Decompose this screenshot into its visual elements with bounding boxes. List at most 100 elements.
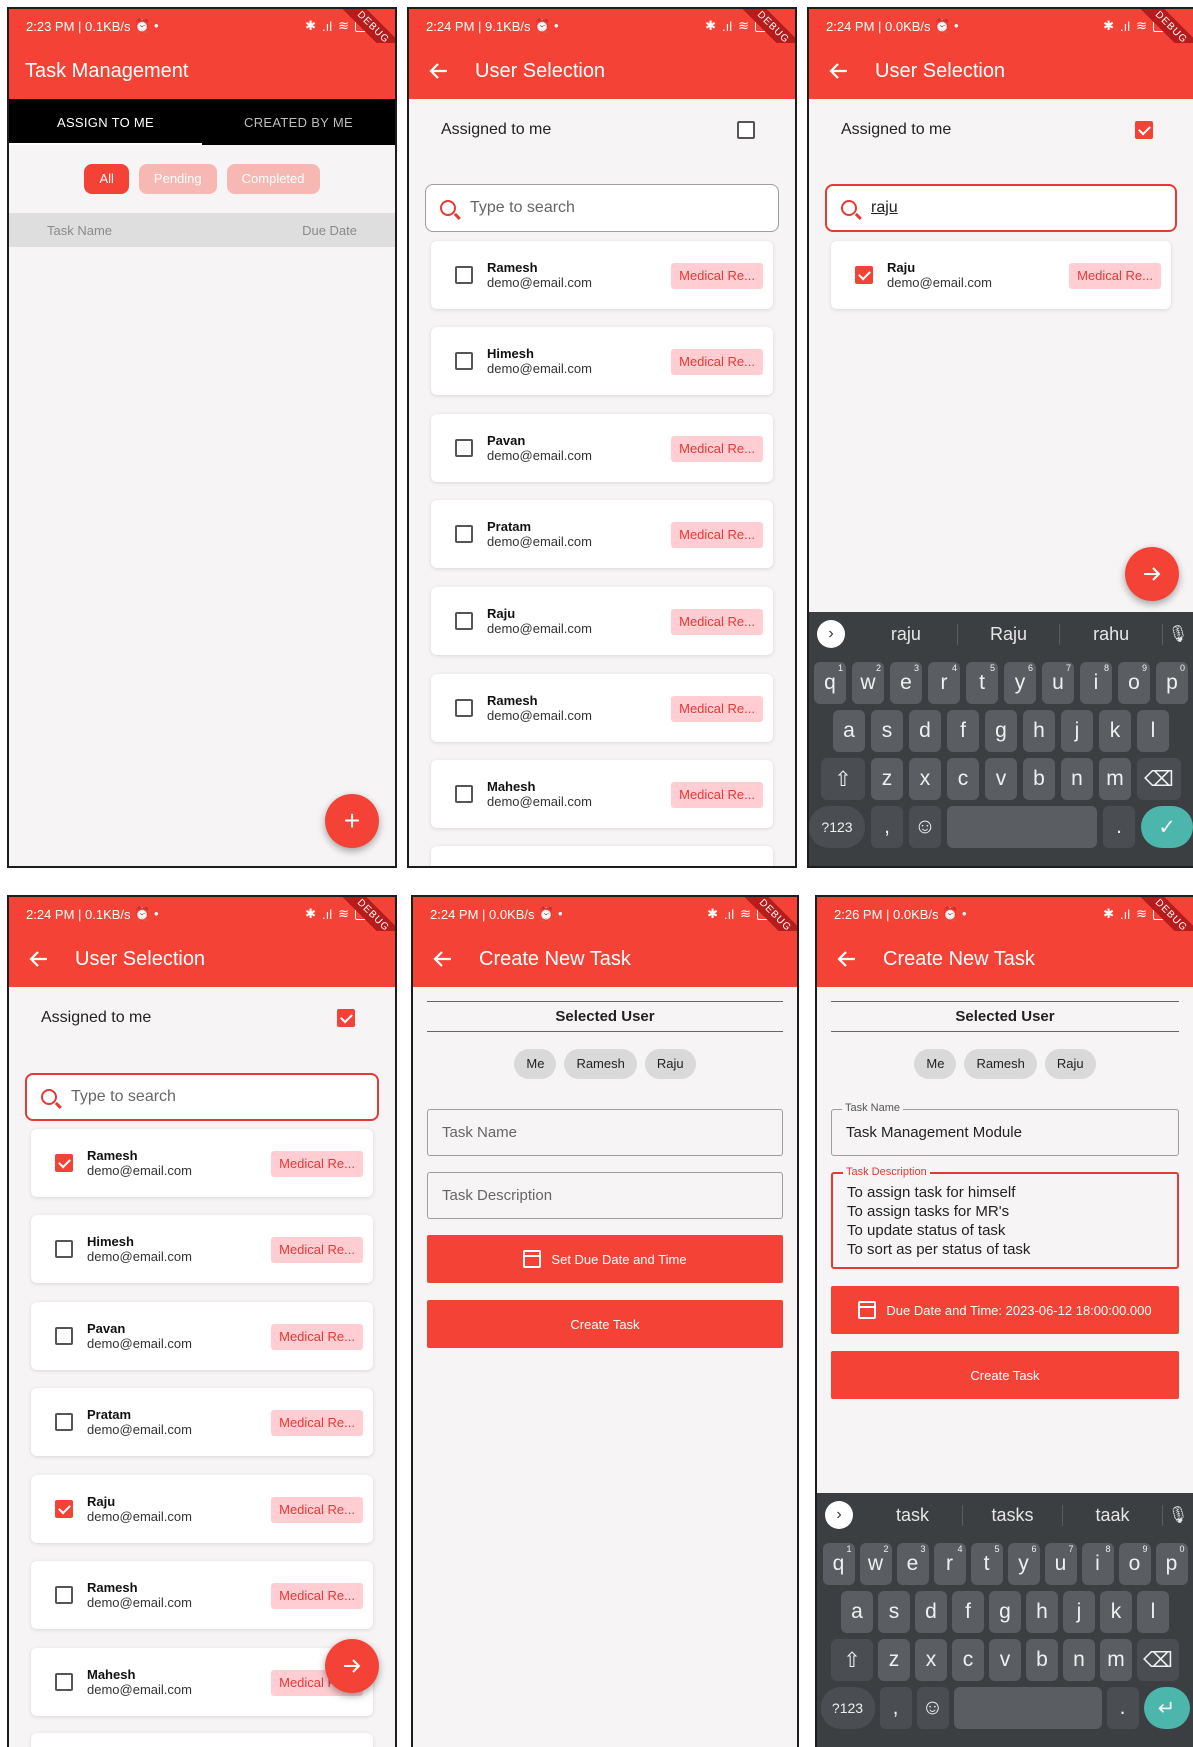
user-checkbox[interactable] [455, 785, 473, 803]
task-name-field[interactable]: Task Name [427, 1109, 783, 1156]
back-arrow-icon[interactable] [835, 948, 857, 970]
backspace-icon[interactable]: ⌫ [1137, 758, 1181, 800]
user-card[interactable]: Pavan demo@email.com Medical Re... [31, 1302, 373, 1370]
chevron-right-icon[interactable]: › [825, 1501, 853, 1529]
back-arrow-icon[interactable] [27, 948, 49, 970]
user-checkbox[interactable] [855, 266, 873, 284]
key-m[interactable]: m [1100, 1639, 1132, 1681]
key-n[interactable]: n [1063, 1639, 1095, 1681]
suggestion[interactable]: rahu [1060, 623, 1164, 645]
user-checkbox[interactable] [55, 1154, 73, 1172]
key-u[interactable]: u7 [1044, 1543, 1077, 1585]
user-card[interactable] [431, 846, 773, 866]
key-i[interactable]: i8 [1080, 662, 1112, 704]
user-card[interactable]: Pratam demo@email.com Medical Re... [31, 1388, 373, 1456]
user-checkbox[interactable] [455, 699, 473, 717]
space-key[interactable] [947, 806, 1097, 848]
user-checkbox[interactable] [55, 1500, 73, 1518]
user-pill[interactable]: Ramesh [564, 1049, 637, 1079]
key-r[interactable]: r4 [933, 1543, 966, 1585]
period-key[interactable]: . [1103, 806, 1135, 848]
key-t[interactable]: t5 [966, 662, 998, 704]
key-z[interactable]: z [878, 1639, 910, 1681]
back-arrow-icon[interactable] [427, 60, 449, 82]
user-card[interactable] [31, 1733, 373, 1747]
user-card[interactable]: Mahesh demo@email.com Medical Re... [31, 1648, 373, 1716]
user-checkbox[interactable] [455, 266, 473, 284]
shift-icon[interactable]: ⇧ [821, 758, 865, 800]
tab-assign-to-me[interactable]: ASSIGN TO ME [9, 99, 202, 145]
key-x[interactable]: x [909, 758, 941, 800]
user-card[interactable]: Raju demo@email.com Medical Re... [831, 241, 1171, 309]
user-pill[interactable]: Me [914, 1049, 957, 1079]
key-p[interactable]: p0 [1155, 1543, 1188, 1585]
period-key[interactable]: . [1106, 1687, 1139, 1729]
user-checkbox[interactable] [455, 612, 473, 630]
back-arrow-icon[interactable] [827, 60, 849, 82]
user-card[interactable]: Raju demo@email.com Medical Re... [431, 587, 773, 655]
user-card[interactable]: Himesh demo@email.com Medical Re... [431, 327, 773, 395]
key-e[interactable]: e3 [896, 1543, 929, 1585]
user-card[interactable]: Raju demo@email.com Medical Re... [31, 1475, 373, 1543]
user-card[interactable]: Himesh demo@email.com Medical Re... [31, 1215, 373, 1283]
suggestion[interactable]: tasks [963, 1504, 1063, 1526]
key-h[interactable]: h [1023, 710, 1055, 752]
space-key[interactable] [953, 1687, 1102, 1729]
key-f[interactable]: f [952, 1591, 984, 1633]
suggestion[interactable]: taak [1063, 1504, 1163, 1526]
user-pill[interactable]: Me [514, 1049, 557, 1079]
key-w[interactable]: w2 [852, 662, 884, 704]
key-t[interactable]: t5 [970, 1543, 1003, 1585]
task-name-field[interactable]: Task Name Task Management Module [831, 1102, 1179, 1156]
due-date-button[interactable]: Due Date and Time: 2023-06-12 18:00:00.0… [831, 1286, 1179, 1334]
key-s[interactable]: s [871, 710, 903, 752]
user-card[interactable]: Ramesh demo@email.com Medical Re... [431, 241, 773, 309]
key-j[interactable]: j [1061, 710, 1093, 752]
task-description-field[interactable]: Task Description To assign task for hims… [831, 1166, 1179, 1269]
chevron-right-icon[interactable]: › [817, 620, 845, 648]
key-l[interactable]: l [1137, 1591, 1169, 1633]
assigned-to-me-checkbox[interactable] [737, 121, 755, 139]
backspace-icon[interactable]: ⌫ [1137, 1639, 1179, 1681]
assigned-to-me-checkbox[interactable] [337, 1009, 355, 1027]
tab-created-by-me[interactable]: CREATED BY ME [202, 99, 395, 145]
key-f[interactable]: f [947, 710, 979, 752]
enter-icon[interactable]: ↵ [1143, 1687, 1190, 1729]
filter-all-chip[interactable]: All [84, 164, 129, 194]
key-k[interactable]: k [1099, 710, 1131, 752]
search-input[interactable]: Type to search [425, 184, 779, 232]
user-checkbox[interactable] [455, 352, 473, 370]
suggestion[interactable]: raju [855, 623, 958, 645]
suggestion[interactable]: Raju [958, 623, 1061, 645]
key-c[interactable]: c [952, 1639, 984, 1681]
symbols-key[interactable]: ?123 [820, 1687, 875, 1729]
task-description-field[interactable]: Task Description [427, 1172, 783, 1219]
key-b[interactable]: b [1026, 1639, 1058, 1681]
add-task-button[interactable]: + [325, 794, 379, 848]
create-task-button[interactable]: Create Task [831, 1351, 1179, 1399]
key-h[interactable]: h [1026, 1591, 1058, 1633]
key-u[interactable]: u7 [1042, 662, 1074, 704]
key-j[interactable]: j [1063, 1591, 1095, 1633]
assigned-to-me-checkbox[interactable] [1135, 121, 1153, 139]
user-pill[interactable]: Raju [644, 1049, 696, 1079]
back-arrow-icon[interactable] [431, 948, 453, 970]
key-q[interactable]: q1 [822, 1543, 855, 1585]
key-r[interactable]: r4 [928, 662, 960, 704]
search-input[interactable]: Type to search [25, 1073, 379, 1121]
user-checkbox[interactable] [55, 1673, 73, 1691]
key-l[interactable]: l [1137, 710, 1169, 752]
user-checkbox[interactable] [455, 439, 473, 457]
next-arrow-button[interactable] [1125, 547, 1179, 601]
key-g[interactable]: g [989, 1591, 1021, 1633]
key-s[interactable]: s [878, 1591, 910, 1633]
mic-icon[interactable]: 🎙 [1163, 624, 1193, 644]
key-y[interactable]: y6 [1004, 662, 1036, 704]
user-card[interactable]: Pratam demo@email.com Medical Re... [431, 500, 773, 568]
key-c[interactable]: c [947, 758, 979, 800]
set-due-date-button[interactable]: Set Due Date and Time [427, 1235, 783, 1283]
key-b[interactable]: b [1023, 758, 1055, 800]
user-checkbox[interactable] [55, 1327, 73, 1345]
mic-icon[interactable]: 🎙 [1163, 1505, 1193, 1525]
done-check-icon[interactable]: ✓ [1141, 806, 1193, 848]
